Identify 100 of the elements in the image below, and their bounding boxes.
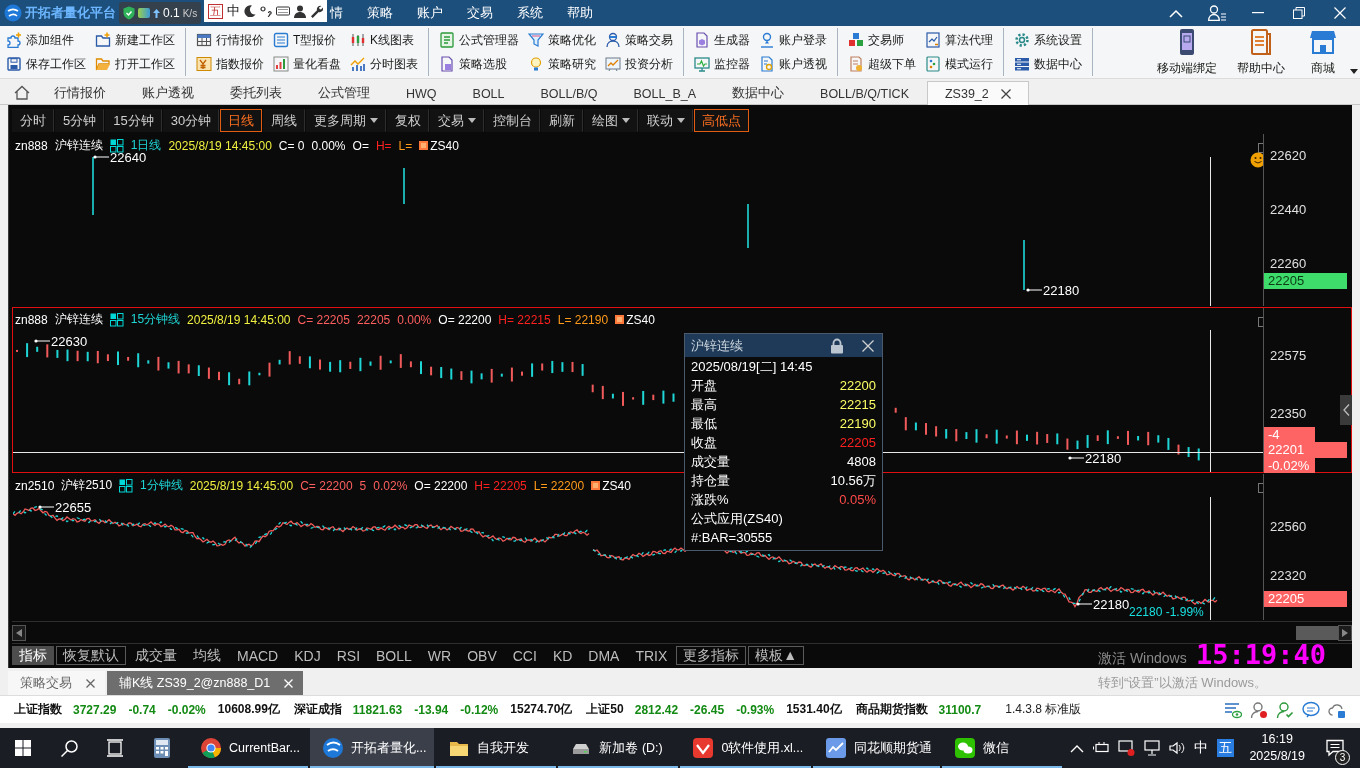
chat-icon[interactable]	[1302, 700, 1320, 719]
toolbar-button[interactable]: 超级下单	[847, 52, 917, 76]
chart-toolbar-button[interactable]: 周线	[263, 109, 306, 132]
chart-toolbar-button[interactable]: 复权	[387, 109, 430, 132]
notification-button[interactable]: 3	[1320, 728, 1352, 768]
tab[interactable]: 委托列表	[212, 81, 300, 105]
taskbar-app[interactable]: 新加卷 (D:)	[558, 728, 679, 768]
tab[interactable]: BOLL_B_A	[615, 81, 715, 105]
close-icon[interactable]	[86, 678, 95, 688]
menu-item[interactable]: 策略	[355, 0, 406, 26]
chart-toolbar-button[interactable]: 5分钟	[55, 109, 105, 132]
toolbar-button[interactable]: 打开工作区	[94, 52, 176, 76]
punctuation-icon[interactable]	[260, 5, 273, 17]
menu-item[interactable]: 账户	[405, 0, 456, 26]
chart-toolbar-button[interactable]: 15分钟	[105, 109, 162, 132]
close-icon[interactable]	[1000, 88, 1011, 99]
chart-toolbar-button[interactable]: 绘图	[584, 109, 639, 132]
toolbar-button[interactable]: 账户登录	[758, 28, 828, 52]
toolbar-button[interactable]: 行情报价	[195, 28, 265, 52]
toolbar-button[interactable]: 监控器	[693, 52, 751, 76]
toolbar-button[interactable]: 量化看盘	[272, 52, 342, 76]
toolbar-button[interactable]: 分时图表	[349, 52, 419, 76]
input-language-label[interactable]: 中	[1194, 739, 1209, 757]
panel-tab[interactable]: 辅K线 ZS39_2@zn888_D1	[107, 671, 304, 695]
chart-toolbar-button[interactable]: 分时	[12, 109, 54, 132]
toolbar-button[interactable]: 账户透视	[758, 52, 828, 76]
toolbar-button[interactable]: 策略选股	[438, 52, 520, 76]
tab[interactable]: BOLL	[454, 81, 523, 105]
user-status-icon[interactable]	[1250, 700, 1268, 719]
toolbar-button[interactable]: 新建工作区	[94, 28, 176, 52]
toolbar-button[interactable]: 指数报价	[195, 52, 265, 76]
chart-toolbar-button[interactable]: 日线	[220, 109, 263, 132]
indicator-button[interactable]: WR	[420, 646, 459, 665]
indicator-button[interactable]: DMA	[581, 646, 627, 665]
toolbar-button[interactable]: 更多指标	[676, 646, 747, 665]
toolbar-button[interactable]: 模板▲	[748, 646, 805, 665]
chart-toolbar-button[interactable]: 30分钟	[162, 109, 220, 132]
toolbar-button[interactable]: 算法代理	[924, 28, 994, 52]
taskbar-app[interactable]: CurrentBar...	[188, 728, 308, 768]
chart-toolbar-button[interactable]: 控制台	[485, 109, 541, 132]
moon-icon[interactable]	[244, 5, 257, 17]
indicator-button[interactable]: 均线	[186, 646, 228, 665]
panel-tab[interactable]: 策略交易	[8, 671, 105, 695]
taskbar-app[interactable]: 自我开发	[436, 728, 557, 768]
indicator-button[interactable]: OBV	[460, 646, 504, 665]
wrench-icon[interactable]	[310, 4, 324, 18]
input-language-label[interactable]: 中	[227, 2, 241, 20]
network-icon[interactable]	[1144, 740, 1161, 756]
indicator-tab[interactable]: 指标	[12, 646, 54, 665]
chart-toolbar-button[interactable]: 更多周期	[306, 109, 387, 132]
taskbar-clock[interactable]: 16:19 2025/8/19	[1243, 731, 1311, 765]
taskbar-app[interactable]: 0软件使用.xl...	[680, 728, 812, 768]
indicator-button[interactable]: KD	[545, 646, 580, 665]
tab[interactable]: 行情报价	[36, 81, 124, 105]
tab[interactable]: BOLL/B/Q/TICK	[802, 81, 927, 105]
input-mode-label[interactable]: 五	[1217, 739, 1235, 757]
taskbar-app[interactable]: 开拓者量化...	[310, 728, 435, 768]
tab[interactable]: ZS39_2	[927, 81, 1029, 105]
taskbar-app[interactable]: 微信	[942, 728, 1063, 768]
toolbar-button[interactable]: 模式运行	[924, 52, 994, 76]
tab[interactable]: 公式管理	[300, 81, 388, 105]
menu-item[interactable]: 交易	[455, 0, 506, 26]
scrollbar-thumb[interactable]	[1296, 625, 1338, 640]
person-icon[interactable]	[294, 4, 307, 18]
battery-icon[interactable]	[1093, 742, 1110, 754]
tab[interactable]: HWQ	[388, 81, 455, 105]
toolbar-button[interactable]: 移动端绑定	[1150, 27, 1224, 77]
caret-down-icon[interactable]	[1350, 69, 1358, 74]
input-mode-label[interactable]: 五	[208, 3, 224, 19]
toolbar-button[interactable]: 交易师	[847, 28, 917, 52]
scroll-left-button[interactable]	[12, 624, 26, 641]
scroll-right-button[interactable]	[1338, 624, 1352, 641]
indicator-button[interactable]: MACD	[230, 646, 286, 665]
toolbar-button[interactable]: 添加组件	[5, 28, 87, 52]
toolbar-button[interactable]: 保存工作区	[5, 52, 87, 76]
chart-toolbar-button[interactable]: 联动	[639, 109, 694, 132]
toolbar-button[interactable]: 恢复默认	[56, 646, 126, 665]
toolbar-button[interactable]: 系统设置	[1013, 28, 1083, 52]
toolbar-button[interactable]: T型报价	[272, 28, 342, 52]
chevron-up-icon[interactable]	[1070, 743, 1085, 753]
toolbar-button[interactable]: 帮助中心	[1224, 27, 1298, 77]
speaker-icon[interactable]	[1169, 740, 1186, 756]
toolbar-button[interactable]: 商城	[1298, 27, 1348, 77]
chart-toolbar-button[interactable]: 刷新	[541, 109, 584, 132]
menu-item[interactable]: 系统	[505, 0, 556, 26]
tab[interactable]: 数据中心	[714, 81, 803, 105]
indicator-button[interactable]: TRIX	[628, 646, 675, 665]
menu-item[interactable]: 帮助	[555, 0, 606, 26]
keyboard-icon[interactable]	[276, 5, 291, 17]
toolbar-button[interactable]: 生成器	[693, 28, 751, 52]
collapse-button[interactable]	[1340, 395, 1352, 425]
indicator-button[interactable]: BOLL	[369, 646, 419, 665]
chart-toolbar-button[interactable]: 高低点	[694, 109, 750, 132]
indicator-button[interactable]: KDJ	[287, 646, 328, 665]
toolbar-button[interactable]: 投资分析	[604, 52, 674, 76]
toolbar-button[interactable]: K线图表	[349, 28, 419, 52]
menu-item[interactable]: 情	[327, 0, 356, 26]
toolbar-button[interactable]: 策略优化	[527, 28, 597, 52]
tab[interactable]: 账户透视	[124, 81, 212, 105]
monitor-alert-icon[interactable]	[1118, 740, 1136, 756]
